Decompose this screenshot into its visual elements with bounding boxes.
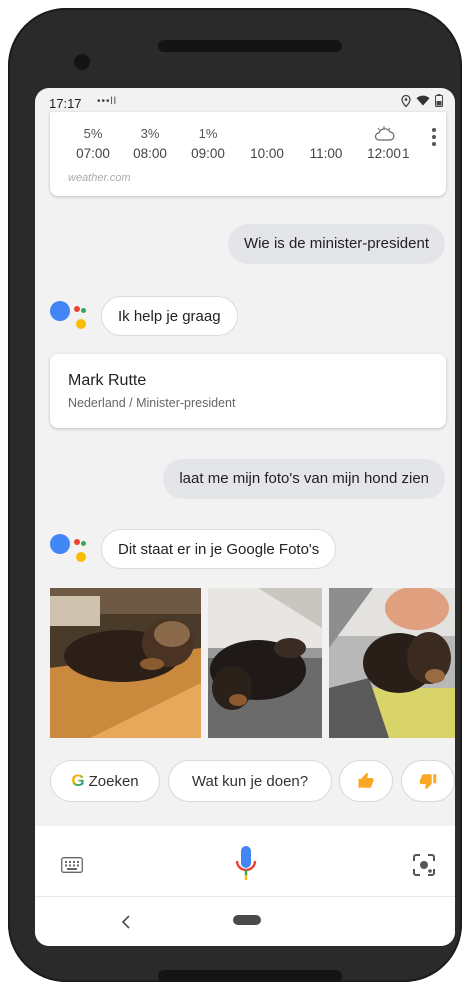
forecast-hour: 10:00 xyxy=(250,146,284,161)
forecast-hour: 11:00 xyxy=(309,146,343,161)
location-icon xyxy=(401,94,411,107)
what-can-you-do-chip[interactable]: Wat kun je doen? xyxy=(168,760,332,802)
assistant-input-bar xyxy=(35,826,455,896)
user-query-bubble: laat me mijn foto's van mijn hond zien xyxy=(163,459,445,499)
weather-source: weather.com xyxy=(68,172,131,184)
what-can-you-do-label: Wat kun je doen? xyxy=(191,772,309,790)
front-camera xyxy=(74,54,90,70)
signal-dots: •••ll xyxy=(97,96,117,107)
answer-title: Mark Rutte xyxy=(68,372,147,389)
precip-percent: 3% xyxy=(140,126,160,141)
weather-card[interactable]: 5% 07:00 3% 08:00 1% 09:00 10:00 11:00 1… xyxy=(50,112,446,196)
google-assistant-logo-icon xyxy=(50,528,90,568)
forecast-hour: 08:00 xyxy=(133,146,167,161)
precip-percent: 1% xyxy=(198,126,218,141)
search-chip[interactable]: G Zoeken xyxy=(50,760,160,802)
weather-hour-column: 11:00 xyxy=(301,126,351,161)
precip-percent xyxy=(242,126,292,142)
forecast-hour: 09:00 xyxy=(191,146,225,161)
earpiece-speaker xyxy=(158,40,342,52)
weather-hour-column: 5% 07:00 xyxy=(68,126,118,161)
weather-hour-column: 10:00 xyxy=(242,126,292,161)
google-g-icon: G xyxy=(71,771,85,790)
screen: 17:17 •••ll 5% 07:00 3% 08:00 1% 09:00 1… xyxy=(35,88,455,946)
precip-percent xyxy=(301,126,351,142)
precip-percent xyxy=(402,126,426,142)
thumbs-down-icon xyxy=(419,774,437,790)
assistant-reply-bubble: Dit staat er in je Google Foto's xyxy=(101,529,337,569)
thumbs-up-button[interactable] xyxy=(339,760,393,802)
user-query-bubble: Wie is de minister-president xyxy=(227,224,445,264)
precip-percent: 5% xyxy=(83,126,103,141)
forecast-hour: 07:00 xyxy=(76,146,110,161)
weather-hour-column: 3% 08:00 xyxy=(125,126,175,161)
status-icons xyxy=(401,94,443,107)
answer-subtitle: Nederland / Minister-president xyxy=(68,396,236,410)
back-icon[interactable] xyxy=(121,915,131,929)
navigation-bar xyxy=(35,896,455,946)
photo-carousel[interactable] xyxy=(50,588,455,738)
keyboard-icon[interactable] xyxy=(61,857,83,873)
dog-photo[interactable] xyxy=(50,588,201,738)
more-options-icon[interactable] xyxy=(432,126,438,149)
dog-photo[interactable] xyxy=(208,588,322,738)
lens-icon[interactable] xyxy=(413,854,435,876)
thumbs-up-icon xyxy=(358,772,374,788)
phone-frame: 17:17 •••ll 5% 07:00 3% 08:00 1% 09:00 1… xyxy=(8,8,462,982)
wifi-icon xyxy=(416,95,430,106)
bottom-speaker xyxy=(158,970,342,982)
home-pill-icon[interactable] xyxy=(233,915,261,925)
weather-hour-column: 1% 09:00 xyxy=(183,126,233,161)
google-assistant-logo-icon xyxy=(50,295,90,335)
forecast-hour: 1 xyxy=(402,146,410,161)
dog-photo[interactable] xyxy=(329,588,455,738)
status-time: 17:17 xyxy=(49,96,82,111)
weather-hour-column: 1 xyxy=(402,126,426,161)
assistant-reply-bubble: Ik help je graag xyxy=(101,296,238,336)
battery-icon xyxy=(435,94,443,107)
answer-card[interactable]: Mark Rutte Nederland / Minister-presiden… xyxy=(50,354,446,428)
thumbs-down-button[interactable] xyxy=(401,760,455,802)
weather-icon xyxy=(374,126,395,141)
search-chip-label: Zoeken xyxy=(88,772,139,790)
microphone-icon[interactable] xyxy=(234,846,258,882)
